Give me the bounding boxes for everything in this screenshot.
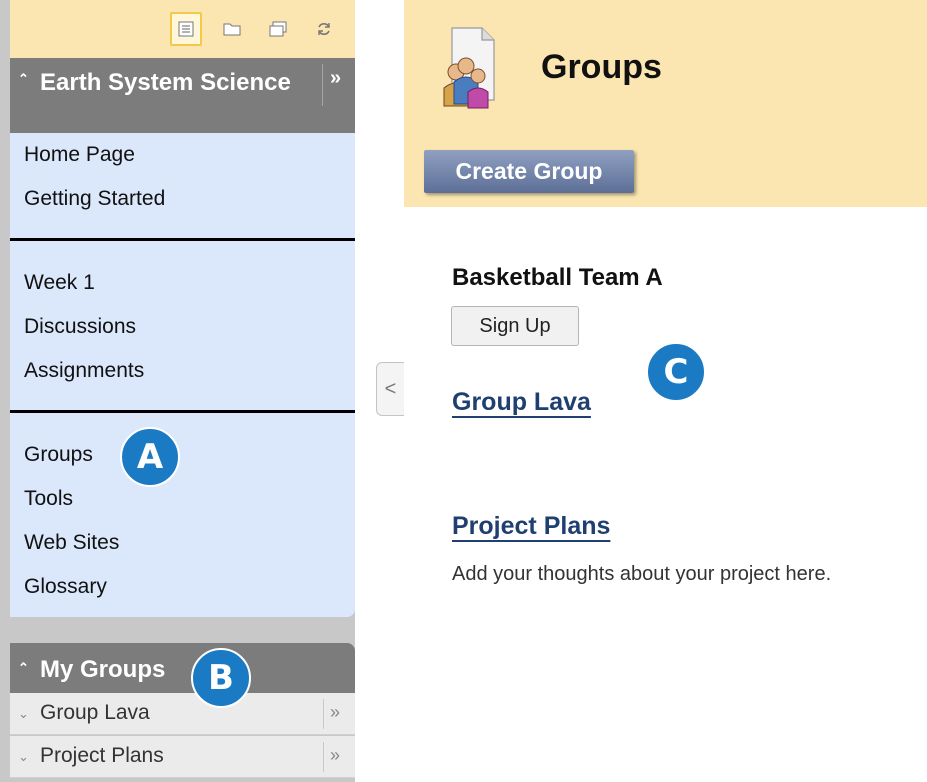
row-separator: [323, 742, 324, 772]
list-view-icon[interactable]: [170, 12, 202, 46]
callout-badge-c: C: [646, 342, 706, 402]
groups-icon: [443, 27, 495, 109]
menu-divider: [10, 238, 355, 241]
sidebar-toolbar: [10, 0, 355, 58]
menu-item-discussions[interactable]: Discussions: [24, 315, 136, 339]
menu-item-web-sites[interactable]: Web Sites: [24, 531, 119, 555]
collapse-sidebar-handle[interactable]: <: [376, 362, 404, 416]
menu-item-home-page[interactable]: Home Page: [24, 143, 135, 167]
open-group-icon[interactable]: »: [330, 702, 340, 723]
create-group-button[interactable]: Create Group: [424, 150, 634, 193]
course-menu: Home Page Getting Started Week 1 Discuss…: [10, 133, 355, 617]
page-header: Groups Create Group: [404, 0, 927, 207]
course-title: Earth System Science: [40, 69, 291, 96]
course-sidebar: ⌃ Earth System Science » Home Page Getti…: [0, 0, 355, 782]
group-link-group-lava[interactable]: Group Lava: [452, 388, 591, 417]
sign-up-button[interactable]: Sign Up: [451, 306, 579, 346]
menu-item-getting-started[interactable]: Getting Started: [24, 187, 165, 211]
chevron-left-icon: <: [384, 377, 397, 400]
my-groups-item-group-lava[interactable]: ⌄ Group Lava »: [10, 693, 355, 735]
menu-item-week-1[interactable]: Week 1: [24, 271, 95, 295]
my-groups-item-label[interactable]: Group Lava: [40, 701, 150, 725]
menu-item-groups[interactable]: Groups: [24, 443, 93, 467]
refresh-icon[interactable]: [308, 12, 340, 46]
menu-item-tools[interactable]: Tools: [24, 487, 73, 511]
group-link-project-plans[interactable]: Project Plans: [452, 512, 610, 541]
my-groups-title: My Groups: [40, 656, 166, 683]
menu-divider: [10, 410, 355, 413]
open-course-menu-icon[interactable]: »: [330, 67, 341, 90]
header-separator: [322, 64, 323, 106]
collapse-up-icon[interactable]: ⌃: [18, 660, 29, 676]
expand-down-icon[interactable]: ⌄: [18, 706, 29, 722]
my-groups-header[interactable]: ⌃ My Groups: [10, 643, 355, 693]
my-groups-item-project-plans[interactable]: ⌄ Project Plans »: [10, 736, 355, 778]
my-groups-item-label[interactable]: Project Plans: [40, 744, 164, 768]
group-name: Basketball Team A: [452, 264, 663, 291]
menu-item-assignments[interactable]: Assignments: [24, 359, 144, 383]
window-icon[interactable]: [262, 12, 294, 46]
group-description: Add your thoughts about your project her…: [452, 563, 832, 585]
callout-badge-b: B: [191, 648, 251, 708]
page-title: Groups: [541, 48, 662, 86]
menu-item-glossary[interactable]: Glossary: [24, 575, 107, 599]
open-group-icon[interactable]: »: [330, 745, 340, 766]
course-menu-header[interactable]: ⌃ Earth System Science »: [10, 58, 355, 133]
expand-down-icon[interactable]: ⌄: [18, 749, 29, 765]
callout-badge-a: A: [120, 427, 180, 487]
row-separator: [323, 699, 324, 729]
collapse-up-icon[interactable]: ⌃: [18, 71, 29, 87]
folder-view-icon[interactable]: [216, 12, 248, 46]
